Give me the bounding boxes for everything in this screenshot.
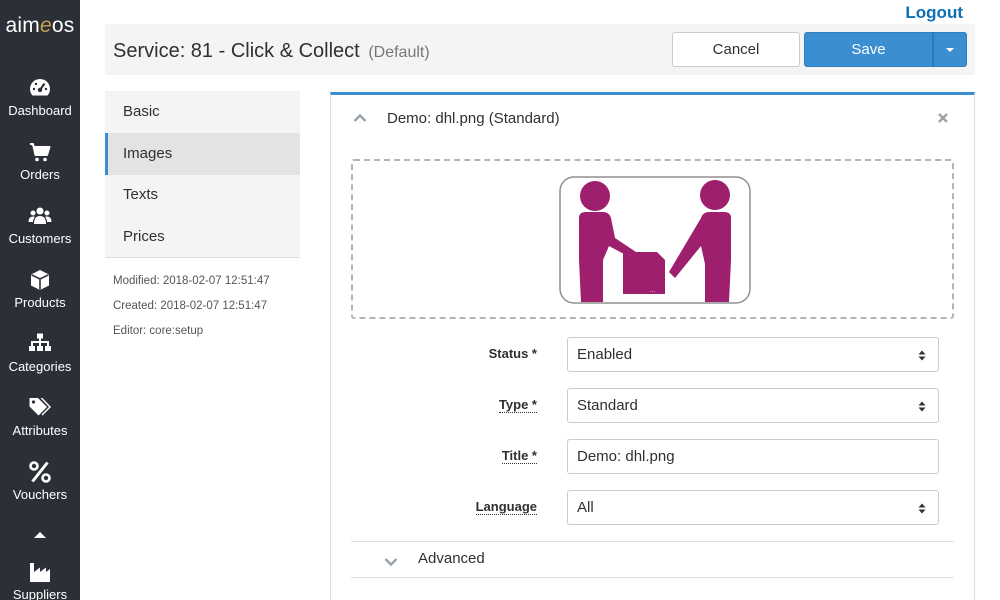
image-item-card: Demo: dhl.png (Standard) ... Status * En… <box>330 92 975 600</box>
scroll-up-icon[interactable] <box>32 530 48 540</box>
cancel-button[interactable]: Cancel <box>672 32 800 67</box>
save-button[interactable]: Save <box>804 32 933 67</box>
tab-texts[interactable]: Texts <box>105 174 300 216</box>
cart-icon <box>30 143 51 162</box>
nav-item-categories[interactable]: Categories <box>0 332 80 396</box>
select-arrows-icon <box>918 350 926 361</box>
title-input[interactable]: Demo: dhl.png <box>567 439 939 474</box>
industry-icon <box>30 563 50 582</box>
image-dropzone[interactable]: ... <box>351 159 954 319</box>
aimeos-logo[interactable]: aimeos <box>0 14 80 38</box>
tab-basic[interactable]: Basic <box>105 91 300 133</box>
nav-item-products[interactable]: Products <box>0 268 80 332</box>
nav-item-dashboard[interactable]: Dashboard <box>0 76 80 140</box>
meta-modified: Modified: 2018-02-07 12:51:47 <box>113 275 270 287</box>
percent-icon <box>29 461 51 483</box>
page-header: Service: 81 - Click & Collect (Default) … <box>105 24 975 75</box>
sidebar: aimeos Dashboard Orders Customers Produc… <box>0 0 80 600</box>
page-subtitle: (Default) <box>368 44 430 61</box>
tab-images[interactable]: Images <box>105 133 300 175</box>
type-select[interactable]: Standard <box>567 388 939 423</box>
page-title: Service: 81 - Click & Collect (Default) <box>113 40 430 62</box>
meta-created: Created: 2018-02-07 12:51:47 <box>113 300 268 312</box>
nav-item-vouchers[interactable]: Vouchers <box>0 460 80 524</box>
logout-link[interactable]: Logout <box>905 3 963 23</box>
nav-label: Attributes <box>12 423 68 438</box>
chevron-up-icon[interactable] <box>353 113 367 123</box>
nav-label: Suppliers <box>12 587 68 600</box>
item-tabs: Basic Images Texts Prices <box>105 91 300 258</box>
language-label: Language <box>475 499 537 515</box>
language-select[interactable]: All <box>567 490 939 525</box>
dashboard-icon <box>30 79 50 96</box>
box-icon <box>31 270 49 290</box>
nav-item-customers[interactable]: Customers <box>0 204 80 268</box>
tab-prices[interactable]: Prices <box>105 216 300 258</box>
nav-label: Orders <box>20 167 60 182</box>
title-label: Title * <box>501 448 537 464</box>
select-arrows-icon <box>918 503 926 514</box>
nav-item-orders[interactable]: Orders <box>0 140 80 204</box>
nav-label: Categories <box>8 359 72 374</box>
meta-editor: Editor: core:setup <box>113 325 204 337</box>
nav-label: Products <box>14 295 66 310</box>
chevron-down-icon <box>384 558 398 567</box>
save-options-button[interactable] <box>933 32 967 67</box>
service-image[interactable]: ... <box>559 176 751 304</box>
type-label: Type * <box>498 397 537 413</box>
close-icon[interactable] <box>937 112 949 124</box>
nav-label: Customers <box>8 231 72 246</box>
tags-icon <box>29 398 51 416</box>
advanced-label: Advanced <box>418 550 485 567</box>
users-icon <box>28 207 52 224</box>
nav-item-attributes[interactable]: Attributes <box>0 396 80 460</box>
nav-label: Dashboard <box>8 103 72 118</box>
status-select[interactable]: Enabled <box>567 337 939 372</box>
advanced-toggle[interactable]: Advanced <box>351 541 954 578</box>
nav-item-suppliers[interactable]: Suppliers <box>0 560 80 600</box>
caret-down-icon <box>946 48 954 52</box>
sitemap-icon <box>29 333 51 351</box>
select-arrows-icon <box>918 401 926 412</box>
nav-label: Vouchers <box>12 487 68 502</box>
svg-text:...: ... <box>650 288 655 294</box>
status-label: Status * <box>488 346 537 361</box>
card-title: Demo: dhl.png (Standard) <box>387 110 560 127</box>
